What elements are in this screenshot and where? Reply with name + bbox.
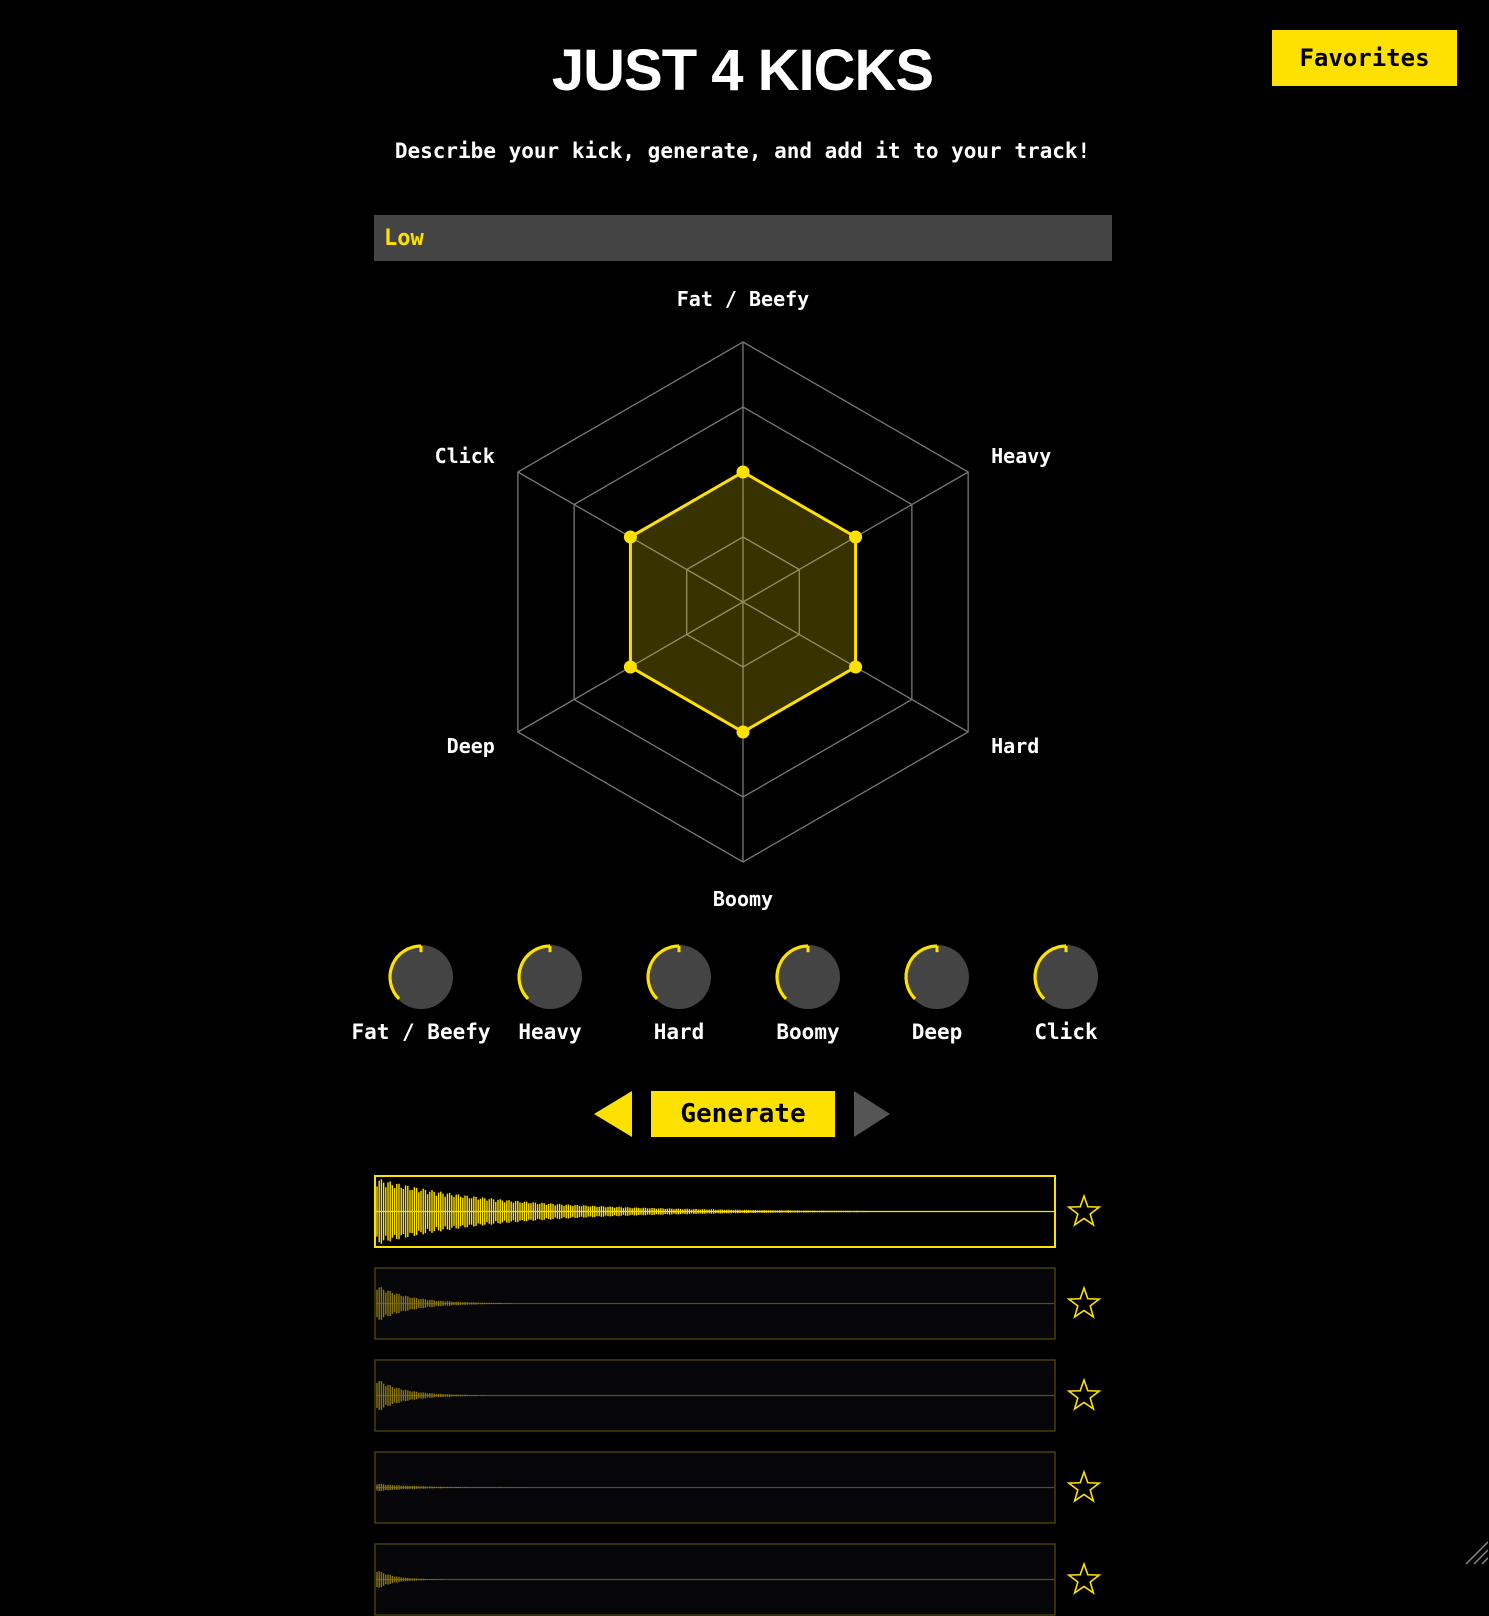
favorite-star-icon[interactable] — [1066, 1193, 1102, 1229]
sample-waveform[interactable] — [374, 1359, 1056, 1432]
radar-axis-label: Deep — [447, 734, 495, 758]
knob-hard[interactable] — [644, 942, 714, 1012]
radar-value-handle[interactable] — [849, 660, 863, 674]
sample-waveform[interactable] — [374, 1451, 1056, 1524]
knob-heavy[interactable] — [515, 942, 585, 1012]
resize-handle-icon[interactable] — [1460, 1540, 1488, 1564]
radar-value-handle[interactable] — [736, 725, 750, 739]
favorite-star-icon[interactable] — [1066, 1377, 1102, 1413]
radar-value-handle[interactable] — [623, 530, 637, 544]
generate-button[interactable]: Generate — [651, 1091, 835, 1137]
previous-arrow-button[interactable] — [594, 1091, 634, 1137]
next-arrow-button[interactable] — [852, 1091, 892, 1137]
radar-value-area — [628, 470, 858, 734]
radar-axis-label: Hard — [991, 734, 1039, 758]
radar-value-handle[interactable] — [849, 530, 863, 544]
favorite-star-icon[interactable] — [1066, 1469, 1102, 1505]
knob-fat-beefy[interactable] — [386, 942, 456, 1012]
knob-deep[interactable] — [902, 942, 972, 1012]
radar-value-handle[interactable] — [623, 660, 637, 674]
knob-label: Click — [1034, 1020, 1098, 1044]
radar-chart: Fat / Beefy Heavy Hard Boomy Deep Click — [435, 287, 1052, 911]
favorite-star-icon[interactable] — [1066, 1561, 1102, 1597]
radar-axis-label: Boomy — [713, 887, 773, 911]
knob-click[interactable] — [1031, 942, 1101, 1012]
sample-waveform[interactable] — [374, 1543, 1056, 1616]
radar-value-handle[interactable] — [736, 465, 750, 479]
radar-axis-label: Fat / Beefy — [677, 287, 809, 311]
favorite-star-icon[interactable] — [1066, 1285, 1102, 1321]
sample-waveform[interactable] — [374, 1175, 1056, 1248]
knob-boomy[interactable] — [773, 942, 843, 1012]
sample-waveform[interactable] — [374, 1267, 1056, 1340]
radar-axis-label: Heavy — [991, 444, 1051, 468]
radar-axis-label: Click — [435, 444, 495, 468]
